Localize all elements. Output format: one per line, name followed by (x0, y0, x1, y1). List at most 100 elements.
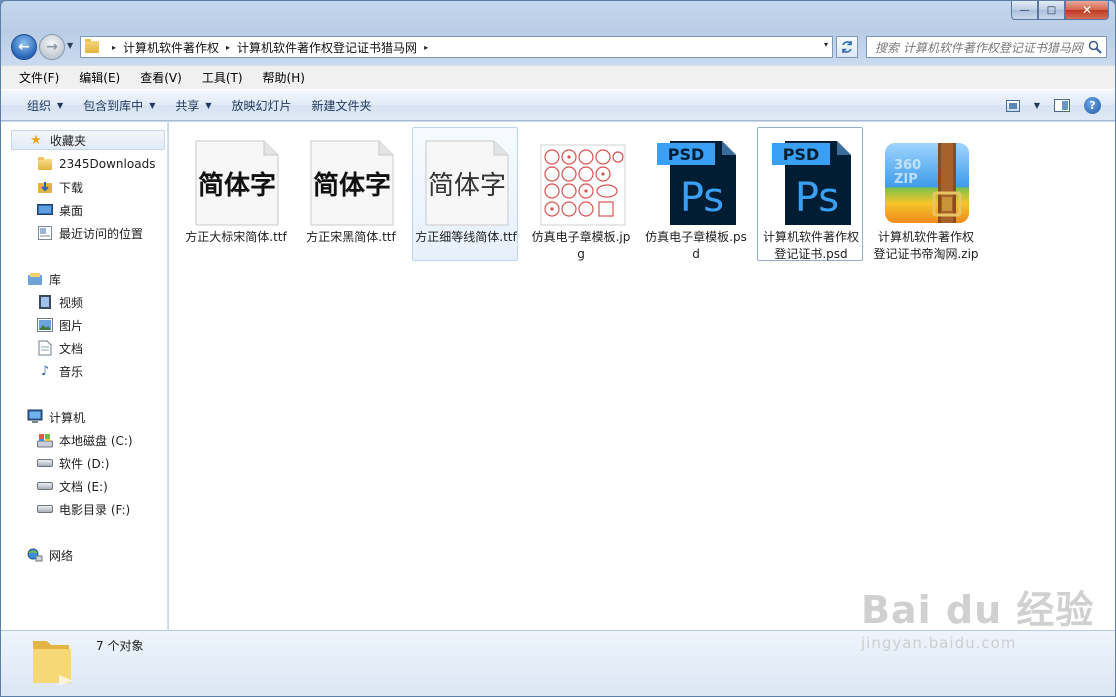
file-item-psd[interactable]: PSD Ps 计算机软件著作权登记证书.psd (757, 127, 863, 261)
help-icon[interactable]: ? (1084, 97, 1101, 114)
video-icon (37, 294, 53, 310)
sidebar-item-videos[interactable]: 视频 (37, 292, 83, 312)
sidebar-item-libraries[interactable]: 库 (11, 269, 165, 289)
sidebar-item-label: 视频 (59, 295, 84, 310)
sidebar-item-desktop[interactable]: 桌面 (37, 200, 83, 220)
refresh-icon (842, 41, 852, 53)
new-folder-button[interactable]: 新建文件夹 (302, 97, 382, 114)
menu-file[interactable]: 文件(F) (9, 69, 69, 86)
psd-badge: PSD (668, 145, 705, 164)
sidebar-item-label: 网络 (49, 548, 74, 563)
folder-icon (37, 156, 53, 172)
back-button[interactable]: ← (11, 34, 37, 60)
more-options-dropdown[interactable]: ▼ (1034, 101, 1040, 110)
chevron-down-icon: ▼ (57, 100, 64, 110)
network-icon (27, 547, 43, 563)
address-bar[interactable]: ▸ 计算机软件著作权 ▸ 计算机软件著作权登记证书猎马网 ▸ ▾ (80, 36, 833, 58)
organize-label: 组织 (27, 98, 52, 113)
baidu-logo: Bai du 经验 (861, 588, 1095, 632)
breadcrumb-item[interactable]: 计算机软件著作权 (123, 39, 219, 56)
sidebar-item-label: 软件 (D:) (59, 456, 110, 471)
breadcrumb-item[interactable]: 计算机软件著作权登记证书猎马网 (237, 39, 417, 56)
sidebar-item-drive-f[interactable]: 电影目录 (F:) (37, 499, 130, 519)
sidebar-item-label: 本地磁盘 (C:) (59, 433, 133, 448)
sidebar-item-label: 2345Downloads (59, 157, 156, 171)
sidebar-item-label: 电影目录 (F:) (59, 502, 131, 517)
breadcrumb-separator[interactable]: ▸ (112, 43, 116, 52)
file-name: 仿真电子章模板.jpg (531, 230, 631, 261)
search-placeholder: 搜索 计算机软件著作权登记证书猎马网 (875, 40, 1083, 55)
navigation-pane: ★ 收藏夹 2345Downloads 下载 桌面 最近访问的位置 库 视频 图… (1, 122, 168, 630)
sidebar-item-drive-e[interactable]: 文档 (E:) (37, 476, 108, 496)
search-icon[interactable] (1088, 40, 1102, 54)
download-folder-icon (37, 179, 53, 195)
sidebar-item-recent-places[interactable]: 最近访问的位置 (37, 223, 143, 243)
ps-logo: Ps (680, 175, 724, 221)
sidebar-item-2345downloads[interactable]: 2345Downloads (37, 154, 155, 174)
sidebar-item-documents[interactable]: 文档 (37, 338, 83, 358)
breadcrumb-separator[interactable]: ▸ (424, 43, 428, 52)
chevron-down-icon: ▼ (205, 100, 212, 110)
preview-pane-icon[interactable] (1054, 99, 1070, 112)
svg-text:360: 360 (894, 158, 921, 173)
document-icon (37, 340, 53, 356)
sidebar-item-label: 桌面 (59, 203, 84, 218)
maximize-button[interactable]: □ (1038, 1, 1065, 20)
menu-edit[interactable]: 编辑(E) (69, 69, 130, 86)
address-dropdown[interactable]: ▾ (824, 40, 828, 49)
file-item-font[interactable]: 简体字 方正细等线简体.ttf (412, 127, 518, 261)
desktop-icon (37, 202, 53, 218)
share-label: 共享 (175, 98, 200, 113)
photoshop-file-icon: PSD Ps (657, 141, 736, 225)
breadcrumb-separator[interactable]: ▸ (226, 43, 230, 52)
sidebar-item-pictures[interactable]: 图片 (37, 315, 83, 335)
include-in-library-button[interactable]: 包含到库中 ▼ (73, 97, 165, 114)
file-item-image[interactable]: 仿真电子章模板.jpg (527, 130, 633, 266)
folder-icon (33, 641, 73, 685)
file-item-psd[interactable]: PSD Ps 仿真电子章模板.psd (642, 130, 748, 266)
font-file-icon: 简体字 (425, 140, 509, 226)
forward-button[interactable]: → (39, 34, 65, 60)
minimize-button[interactable]: — (1011, 1, 1038, 20)
file-item-zip[interactable]: 360 ZIP 计算机软件著作权登记证书帝淘网.zip (872, 130, 979, 266)
share-button[interactable]: 共享 ▼ (165, 97, 221, 114)
menu-view[interactable]: 查看(V) (130, 69, 192, 86)
explorer-window: — □ ✕ ← → ▼ ▸ 计算机软件著作权 ▸ 计算机软件著作权登记证书猎马网… (0, 0, 1116, 697)
close-button[interactable]: ✕ (1065, 1, 1109, 20)
sidebar-item-drive-d[interactable]: 软件 (D:) (37, 453, 109, 473)
sidebar-item-downloads[interactable]: 下载 (37, 177, 83, 197)
caption-buttons: — □ ✕ (1011, 1, 1109, 21)
menu-tools[interactable]: 工具(T) (192, 69, 253, 86)
ps-logo: Ps (795, 175, 839, 221)
font-preview-text: 简体字 (198, 170, 276, 201)
search-input[interactable]: 搜索 计算机软件著作权登记证书猎马网 (866, 36, 1107, 58)
file-item-font[interactable]: 简体字 方正宋黑简体.ttf (297, 130, 403, 266)
item-count: 7 个对象 (96, 639, 144, 653)
refresh-button[interactable] (836, 36, 858, 58)
drive-icon (37, 501, 53, 517)
organize-button[interactable]: 组织 ▼ (17, 97, 73, 114)
font-file-icon: 简体字 (310, 140, 394, 226)
include-in-library-label: 包含到库中 (83, 98, 144, 113)
command-bar: 组织 ▼ 包含到库中 ▼ 共享 ▼ 放映幻灯片 新建文件夹 ▼ ? (1, 89, 1115, 121)
file-name: 计算机软件著作权登记证书帝淘网.zip (873, 230, 979, 261)
slideshow-button[interactable]: 放映幻灯片 (222, 97, 302, 114)
sidebar-item-drive-c[interactable]: 本地磁盘 (C:) (37, 430, 133, 450)
sidebar-item-computer[interactable]: 计算机 (11, 407, 165, 427)
sidebar-item-music[interactable]: ♪ 音乐 (37, 361, 83, 381)
computer-icon (27, 409, 43, 425)
menu-bar: 文件(F) 编辑(E) 查看(V) 工具(T) 帮助(H) (1, 65, 1115, 89)
sidebar-item-network[interactable]: 网络 (11, 545, 165, 565)
change-view-icon[interactable] (1005, 99, 1020, 112)
drive-icon (37, 455, 53, 471)
sidebar-item-label: 文档 (59, 341, 84, 356)
sidebar-item-favorites[interactable]: ★ 收藏夹 (11, 130, 165, 150)
recent-pages-dropdown[interactable]: ▼ (67, 41, 73, 50)
sidebar-item-label: 库 (49, 272, 62, 287)
folder-icon (85, 39, 99, 53)
menu-help[interactable]: 帮助(H) (253, 69, 315, 86)
file-name: 方正宋黑简体.ttf (306, 230, 396, 244)
sidebar-item-label: 文档 (E:) (59, 479, 108, 494)
music-icon: ♪ (40, 363, 50, 379)
file-item-font[interactable]: 简体字 方正大标宋简体.ttf (182, 130, 288, 266)
